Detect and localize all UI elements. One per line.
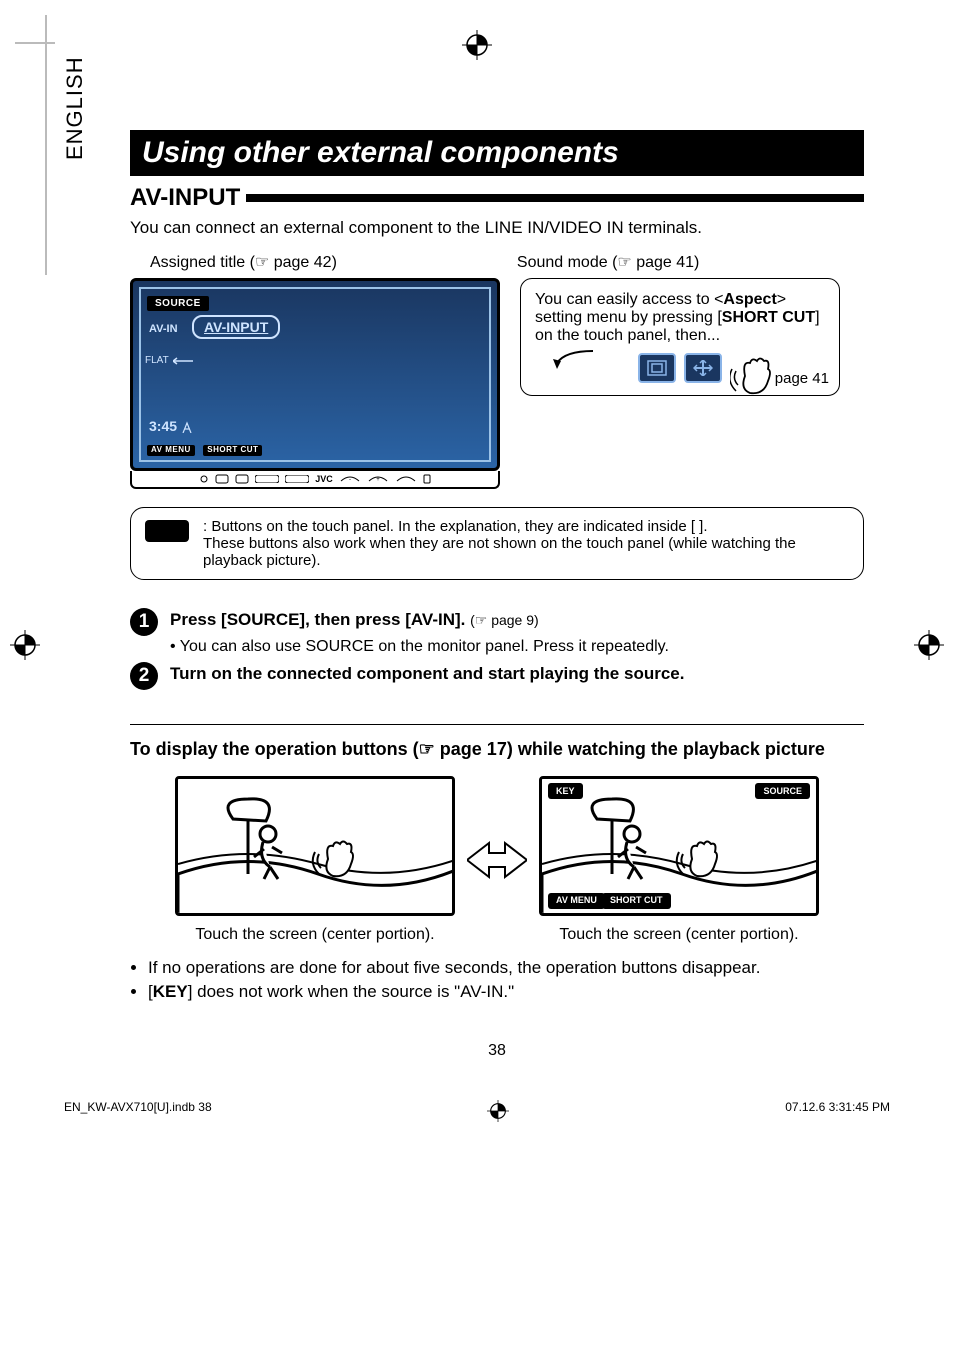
move-icon (684, 353, 722, 383)
step-1-title: Press [SOURCE], then press [AV-IN]. (170, 610, 465, 629)
step-2-badge: 2 (130, 662, 158, 690)
divider (130, 724, 864, 725)
slot-icon (423, 474, 431, 484)
playback-caption-left: Touch the screen (center portion). (175, 926, 455, 944)
screen-avin-label: AV-IN (149, 323, 178, 335)
note-line-1: : Buttons on the touch panel. In the exp… (203, 518, 849, 535)
leader-arrow-icon (173, 357, 193, 365)
touch-hand-icon (730, 351, 780, 401)
open-hw-button (395, 475, 417, 483)
power-icon (199, 474, 209, 484)
eject-icon (235, 474, 249, 484)
playback-caption-right: Touch the screen (center portion). (539, 926, 819, 944)
overlay-key-button: KEY (548, 783, 583, 799)
step-2-title: Turn on the connected component and star… (170, 664, 684, 683)
language-tab: ENGLISH (62, 56, 88, 160)
callout-sound-mode: Sound mode (☞ page 41) (517, 252, 699, 272)
svg-text:-: - (349, 477, 351, 483)
plus-hw-button: + (367, 475, 389, 483)
screen-avmenu-button: AV MENU (147, 445, 195, 456)
trim-line-vertical (45, 15, 47, 275)
crop-mark-right (914, 630, 944, 665)
step-1-sub: • You can also use SOURCE on the monitor… (170, 636, 669, 658)
screen-flat-label: FLAT (145, 355, 169, 366)
brand-label: JVC (315, 474, 333, 484)
screen-title-box: AV-INPUT (192, 315, 280, 339)
minus-hw-button: - (339, 475, 361, 483)
footer-crop-icon (487, 1100, 509, 1122)
overlay-avmenu-button: AV MENU (548, 893, 605, 909)
footer-left: EN_KW-AVX710[U].indb 38 (64, 1100, 212, 1122)
footer-right: 07.12.6 3:31:45 PM (785, 1100, 890, 1122)
home-icon (215, 474, 229, 484)
double-arrow-icon (467, 835, 527, 885)
section-heading: AV-INPUT (130, 184, 240, 212)
trim-line-horizontal (15, 42, 55, 44)
bullet-2: [KEY] does not work when the source is "… (148, 982, 864, 1002)
bullet-1: If no operations are done for about five… (148, 958, 864, 978)
tip-box: You can easily access to <Aspect> settin… (520, 278, 840, 396)
overlay-shortcut-button: SHORT CUT (602, 893, 671, 909)
disp-hw-button (285, 475, 309, 483)
note-line-2: These buttons also work when they are no… (203, 535, 849, 569)
tip-text: You can easily access to <Aspect> settin… (535, 291, 825, 345)
screen-source-button: SOURCE (147, 296, 209, 311)
svg-text:+: + (376, 477, 380, 483)
screen-clock: 3:45 (149, 418, 193, 434)
step-1-ref: (☞ page 9) (470, 612, 539, 628)
beach-scene-icon (178, 779, 455, 916)
button-chip-icon (145, 520, 189, 542)
heading-rule (246, 194, 864, 202)
playback-screen-right: KEY SOURCE AV MENU SHORT CUT (539, 776, 819, 916)
screen-shortcut-button: SHORT CUT (203, 445, 262, 456)
tip-arrow-icon (545, 349, 595, 369)
intro-text: You can connect an external component to… (130, 218, 864, 238)
crop-mark-left (10, 630, 40, 665)
playback-screen-left (175, 776, 455, 916)
subsection-heading: To display the operation buttons (☞ page… (130, 739, 864, 760)
callout-assigned-title: Assigned title (☞ page 42) (150, 252, 337, 272)
crop-mark-top (462, 30, 492, 65)
device-base: JVC - + (130, 471, 500, 489)
note-box: : Buttons on the touch panel. In the exp… (130, 507, 864, 580)
step-1-badge: 1 (130, 608, 158, 636)
page-title: Using other external components (130, 130, 864, 176)
antenna-icon (181, 421, 193, 433)
aspect-icon (638, 353, 676, 383)
device-illustration: SOURCE AV-IN AV-INPUT FLAT 3:45 (130, 278, 500, 489)
source-hw-button (255, 475, 279, 483)
page-number: 38 (130, 1042, 864, 1060)
overlay-source-button: SOURCE (755, 783, 810, 799)
